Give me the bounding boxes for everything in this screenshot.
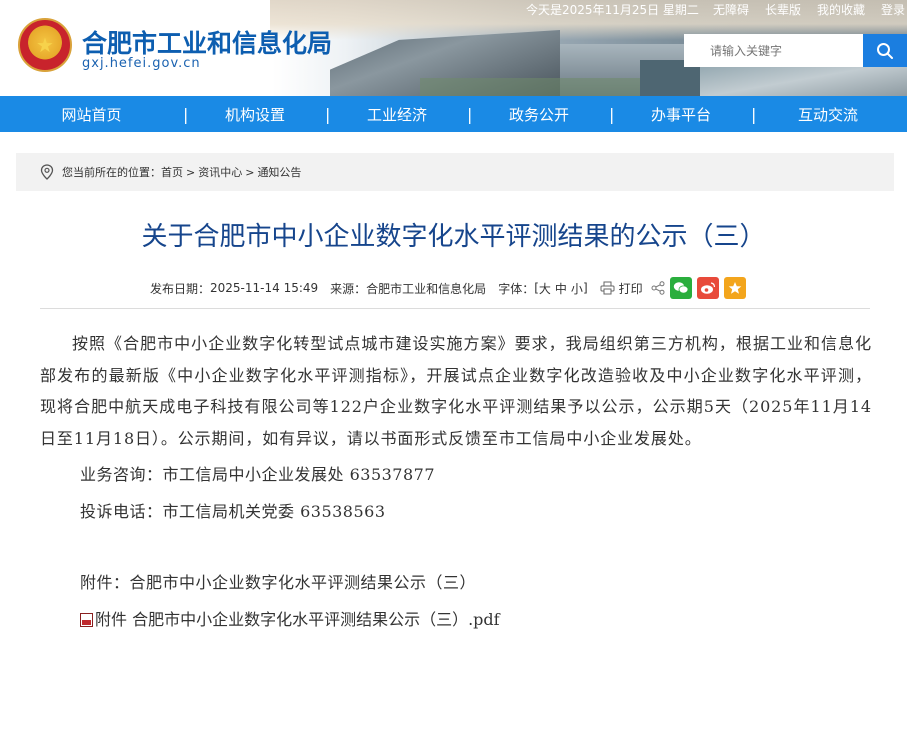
search-button[interactable]: [863, 34, 907, 67]
wechat-icon: [673, 282, 689, 294]
breadcrumb-separator: >: [186, 165, 196, 179]
header-banner-road: [700, 62, 907, 96]
qzone-share-button[interactable]: [723, 277, 746, 299]
article-source: 合肥市工业和信息化局: [366, 281, 487, 296]
share-icon[interactable]: [651, 281, 665, 295]
search-input[interactable]: [684, 34, 863, 67]
site-domain: gxj.hefei.gov.cn: [82, 56, 201, 71]
font-bracket-close: ]: [582, 281, 588, 295]
printer-icon: [600, 281, 615, 295]
breadcrumb-separator: >: [245, 165, 255, 179]
attachment-file-name[interactable]: 附件 合肥市中小企业数字化水平评测结果公示（三）.pdf: [95, 601, 500, 638]
publish-date: 2025-11-14 15:49: [210, 281, 319, 295]
print-label: 打印: [618, 281, 643, 296]
font-size-large[interactable]: 大: [539, 280, 551, 297]
nav-item-government-affairs[interactable]: 政务公开: [469, 104, 609, 125]
header-banner-greenery: [420, 78, 640, 96]
breadcrumb-home[interactable]: 首页: [161, 164, 183, 180]
login-link[interactable]: 登录: [881, 1, 905, 18]
search-icon: [877, 42, 893, 59]
publish-date-label: 发布日期：: [150, 281, 211, 296]
weibo-share-button[interactable]: [696, 277, 719, 299]
star-icon: [728, 282, 741, 294]
print-button[interactable]: 打印: [600, 280, 643, 297]
source-label: 来源：: [330, 281, 367, 296]
location-pin-icon: [40, 164, 54, 180]
consult-contact: 业务咨询：市工信局中小企业发展处 63537877: [80, 465, 436, 484]
nav-item-service-platform[interactable]: 办事平台: [611, 104, 751, 125]
search-box: [684, 34, 907, 67]
attachment-file-link[interactable]: 附件 合肥市中小企业数字化水平评测结果公示（三）.pdf: [40, 601, 872, 638]
nav-item-organization[interactable]: 机构设置: [185, 104, 325, 125]
font-size-label: 字体：: [498, 281, 535, 296]
font-size-medium[interactable]: 中: [555, 280, 567, 297]
complaint-contact: 投诉电话：市工信局机关党委 63538563: [80, 502, 386, 521]
today-date: 今天是2025年11月25日 星期二: [526, 2, 699, 17]
weibo-icon: [700, 282, 715, 294]
pdf-file-icon: [80, 612, 93, 627]
elder-mode-link[interactable]: 长辈版: [765, 1, 801, 18]
national-emblem-icon[interactable]: ★: [18, 18, 72, 72]
site-title[interactable]: 合肥市工业和信息化局: [82, 24, 332, 60]
attachment-label: 附件：合肥市中小企业数字化水平评测结果公示（三）: [80, 573, 477, 592]
article-title: 关于合肥市中小企业数字化水平评测结果的公示（三）: [141, 222, 766, 252]
article-meta: 发布日期： 2025-11-14 15:49 来源： 合肥市工业和信息化局 字体…: [150, 276, 746, 300]
accessibility-link[interactable]: 无障碍: [713, 1, 749, 18]
top-utility-bar: 今天是2025年11月25日 星期二 无障碍 长辈版 我的收藏 登录: [526, 0, 907, 18]
article-body: 按照《合肥市中小企业数字化转型试点城市建设实施方案》要求，我局组织第三方机构，根…: [40, 328, 872, 638]
breadcrumb: 您当前所在的位置： 首页 > 资讯中心 > 通知公告: [16, 153, 894, 191]
favorites-link[interactable]: 我的收藏: [817, 1, 865, 18]
nav-item-industrial-economy[interactable]: 工业经济: [327, 104, 467, 125]
nav-item-interaction[interactable]: 互动交流: [753, 104, 903, 125]
breadcrumb-news-center[interactable]: 资讯中心: [198, 164, 242, 180]
main-nav: 网站首页 | 机构设置 | 工业经济 | 政务公开 | 办事平台 | 互动交流: [0, 96, 907, 132]
site-header: ★ 合肥市工业和信息化局 gxj.hefei.gov.cn 今天是2025年11…: [0, 0, 907, 96]
nav-item-home[interactable]: 网站首页: [0, 104, 183, 125]
meta-divider: [40, 308, 870, 309]
font-size-small[interactable]: 小: [571, 280, 583, 297]
wechat-share-button[interactable]: [669, 277, 692, 299]
article-paragraph: 按照《合肥市中小企业数字化转型试点城市建设实施方案》要求，我局组织第三方机构，根…: [40, 334, 872, 448]
breadcrumb-prefix: 您当前所在的位置：: [62, 166, 161, 179]
breadcrumb-notices[interactable]: 通知公告: [257, 164, 301, 180]
